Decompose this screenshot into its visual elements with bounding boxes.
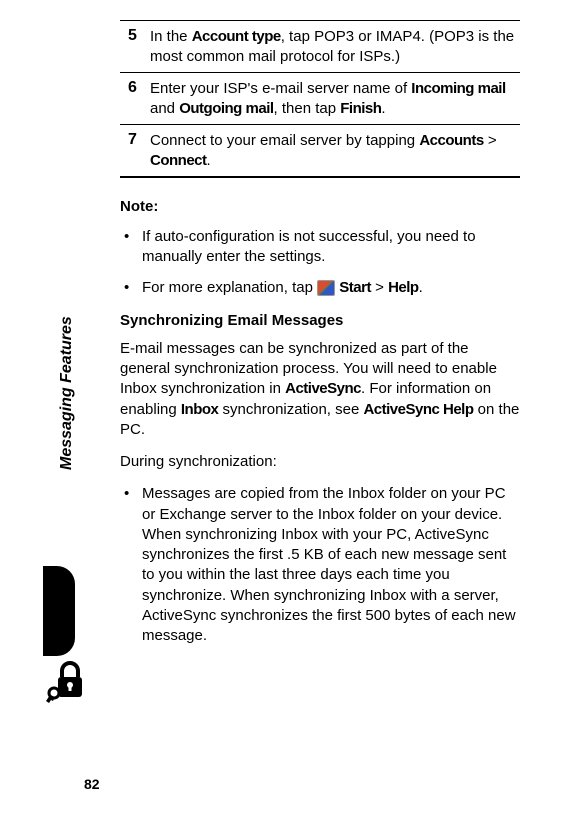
chapter-side-label: Messaging Features: [58, 316, 76, 470]
list-item: If auto-configuration is not successful,…: [142, 227, 520, 268]
step-number: 6: [120, 79, 150, 118]
steps-table: 5 In the Account type, tap POP3 or IMAP4…: [120, 20, 520, 178]
step-text: Enter your ISP's e-mail server name of I…: [150, 79, 520, 118]
list-item: For more explanation, tap Start > Help.: [142, 278, 520, 298]
step-number: 5: [120, 27, 150, 66]
table-row: 5 In the Account type, tap POP3 or IMAP4…: [120, 20, 520, 72]
page-thumb-tab: [43, 566, 75, 656]
note-list: If auto-configuration is not successful,…: [120, 227, 520, 298]
table-row: 7 Connect to your email server by tappin…: [120, 124, 520, 178]
security-lock-icon: [44, 655, 94, 705]
section-heading: Synchronizing Email Messages: [120, 312, 520, 329]
windows-start-icon: [317, 280, 335, 296]
table-row: 6 Enter your ISP's e-mail server name of…: [120, 72, 520, 124]
step-text: In the Account type, tap POP3 or IMAP4. …: [150, 27, 520, 66]
paragraph: E-mail messages can be synchronized as p…: [120, 339, 520, 440]
paragraph: During synchronization:: [120, 452, 520, 472]
list-item: Messages are copied from the Inbox folde…: [142, 484, 520, 646]
note-heading: Note:: [120, 198, 520, 215]
step-text: Connect to your email server by tapping …: [150, 131, 520, 170]
page-number: 82: [84, 776, 100, 792]
sync-list: Messages are copied from the Inbox folde…: [120, 484, 520, 646]
step-number: 7: [120, 131, 150, 170]
